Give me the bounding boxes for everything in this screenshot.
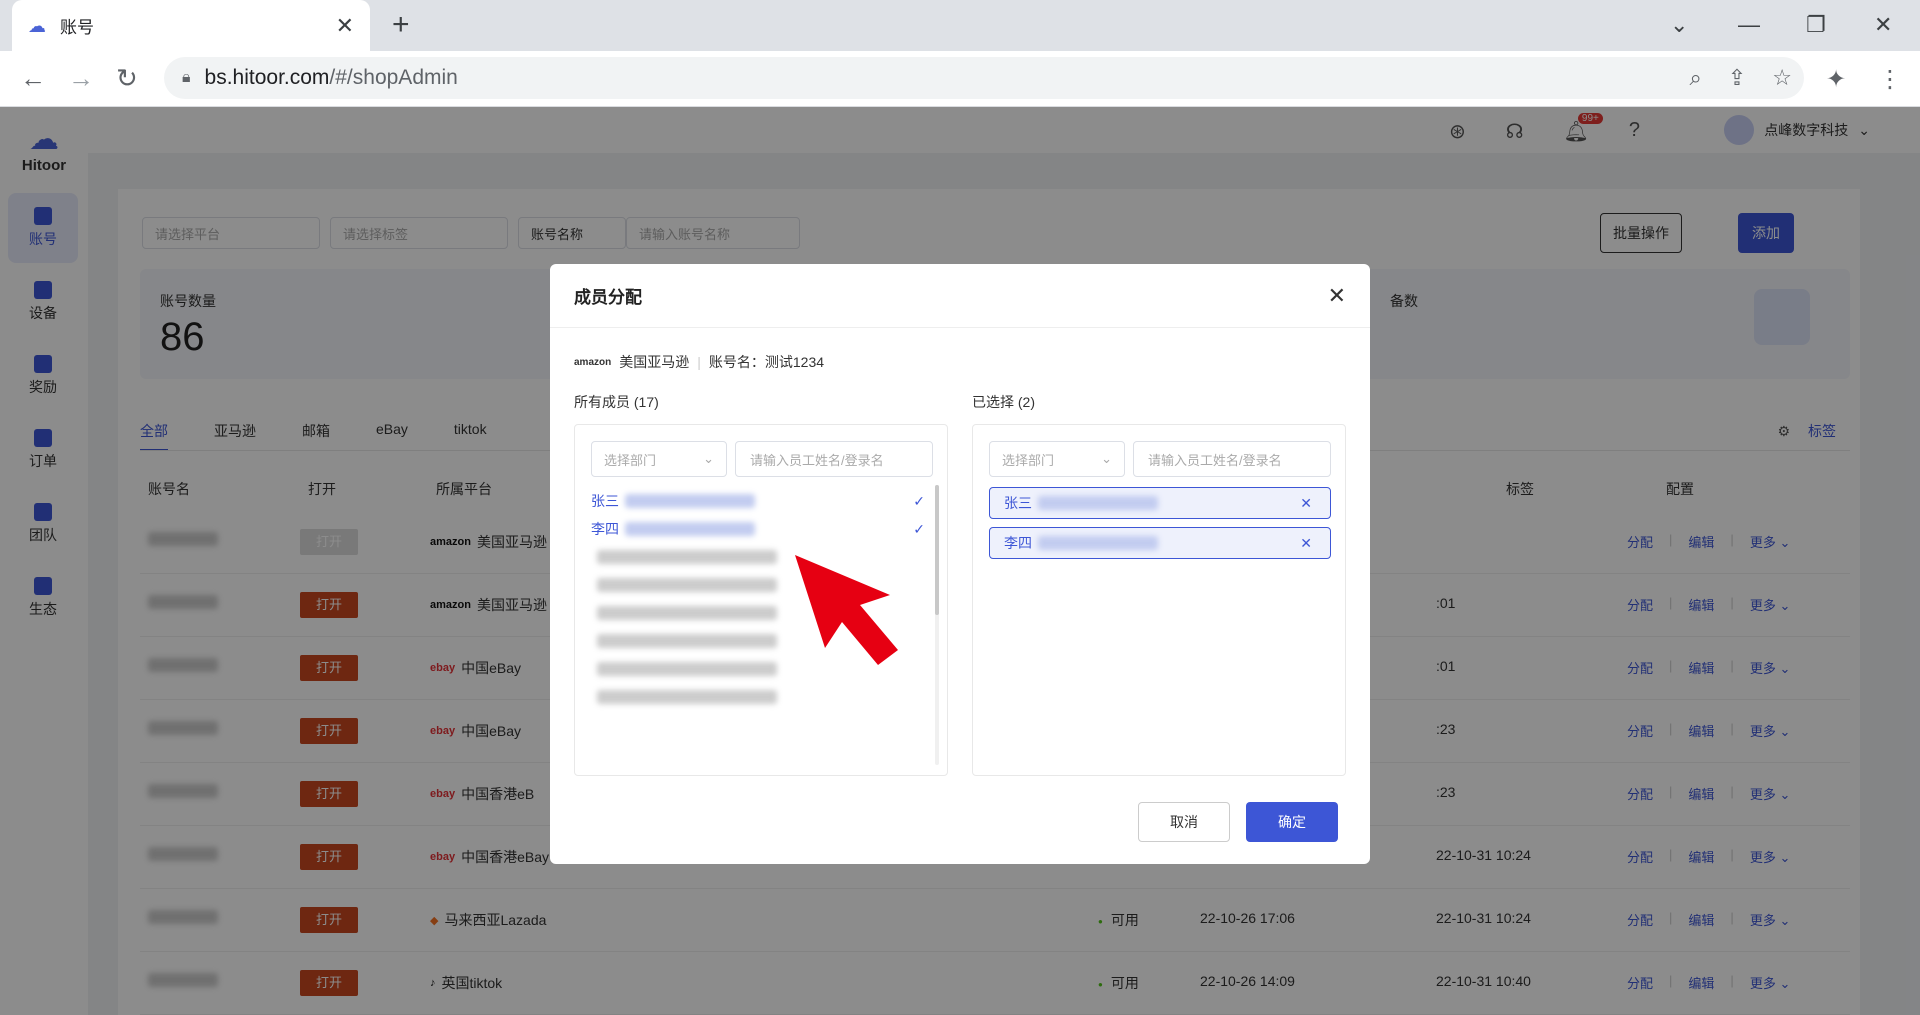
account-name: 账号名：测试1234 <box>708 354 825 370</box>
selected-member-name: 张三 <box>1004 495 1032 511</box>
blurred-detail <box>597 606 777 620</box>
selected-panel: 选择部门 ⌄ 请输入员工姓名/登录名 张三 ✕ 李四 ✕ <box>972 424 1346 776</box>
browser-tabbar: ☁ 账号 ✕ + ⌄ — ❐ ✕ <box>0 0 1920 51</box>
check-icon: ✓ <box>913 492 925 509</box>
member-item[interactable]: 张三 ✓ <box>591 487 925 515</box>
remove-icon[interactable]: ✕ <box>1300 535 1312 552</box>
cancel-button[interactable]: 取消 <box>1138 802 1230 842</box>
hitoor-favicon-icon: ☁ <box>28 15 46 36</box>
separator: | <box>697 354 701 370</box>
chevron-down-icon: ⌄ <box>703 451 714 466</box>
account-info: amazon 美国亚马逊 | 账号名：测试1234 <box>574 352 824 372</box>
share-icon[interactable]: ⇪ <box>1728 65 1746 91</box>
blurred-detail <box>625 522 755 536</box>
amazon-logo-icon: amazon <box>574 356 612 368</box>
reload-icon[interactable]: ↻ <box>116 63 138 94</box>
red-arrow-icon <box>795 555 898 665</box>
address-toolbar: ← → ↻ 🔒︎ bs.hitoor.com/#/shopAdmin ⌕ ⇪ ☆… <box>0 51 1920 107</box>
remove-icon[interactable]: ✕ <box>1300 495 1312 512</box>
all-members-title: 所有成员 (17) <box>574 394 659 410</box>
member-name: 张三 <box>591 493 619 509</box>
tab-title: 账号 <box>60 18 94 37</box>
forward-icon[interactable]: → <box>68 63 94 94</box>
minimize-icon[interactable]: — <box>1738 12 1760 38</box>
blurred-detail <box>597 634 777 648</box>
zoom-icon[interactable]: ⌕ <box>1690 65 1702 91</box>
member-name: 李四 <box>591 521 619 537</box>
back-icon[interactable]: ← <box>20 63 46 94</box>
blurred-detail <box>597 690 777 704</box>
dialog-close-icon[interactable]: ✕ <box>1328 283 1346 309</box>
member-item[interactable]: 李四 ✓ <box>591 515 925 543</box>
scrollbar[interactable] <box>935 485 939 765</box>
confirm-button[interactable]: 确定 <box>1246 802 1338 842</box>
chevron-down-icon: ⌄ <box>1101 451 1112 466</box>
member-search-right[interactable]: 请输入员工姓名/登录名 <box>1133 441 1331 477</box>
dept-select-right[interactable]: 选择部门 ⌄ <box>989 441 1125 477</box>
tab-search-icon[interactable]: ⌄ <box>1670 12 1688 38</box>
restore-icon[interactable]: ❐ <box>1806 12 1826 38</box>
dept-placeholder: 选择部门 <box>604 452 657 468</box>
member-search-left[interactable]: 请输入员工姓名/登录名 <box>735 441 933 477</box>
blurred-detail <box>597 550 777 564</box>
url-host: bs.hitoor.com <box>204 66 330 89</box>
blurred-detail <box>1038 496 1158 510</box>
tab-close-icon[interactable]: ✕ <box>336 13 354 39</box>
url-bar[interactable]: 🔒︎ bs.hitoor.com/#/shopAdmin ⌕ ⇪ ☆ <box>164 57 1804 99</box>
member-search-placeholder: 请输入员工姓名/登录名 <box>1148 452 1282 468</box>
extensions-icon[interactable]: ✦ <box>1826 65 1846 94</box>
blurred-detail <box>625 494 755 508</box>
selected-member-name: 李四 <box>1004 535 1032 551</box>
member-item[interactable] <box>591 683 925 711</box>
bookmark-star-icon[interactable]: ☆ <box>1772 65 1792 91</box>
window-close-icon[interactable]: ✕ <box>1874 12 1892 38</box>
selected-member[interactable]: 李四 ✕ <box>989 527 1331 559</box>
member-search-placeholder: 请输入员工姓名/登录名 <box>750 452 884 468</box>
browser-menu-icon[interactable]: ⋮ <box>1878 65 1902 94</box>
selected-member[interactable]: 张三 ✕ <box>989 487 1331 519</box>
platform-name: 美国亚马逊 <box>619 354 690 370</box>
url-path: /#/shopAdmin <box>329 66 458 89</box>
dept-select-left[interactable]: 选择部门 ⌄ <box>591 441 727 477</box>
dialog-title: 成员分配 <box>574 288 642 307</box>
new-tab-icon[interactable]: + <box>392 10 410 40</box>
selected-title: 已选择 (2) <box>972 394 1035 410</box>
blurred-detail <box>1038 536 1158 550</box>
dept-placeholder: 选择部门 <box>1002 452 1055 468</box>
lock-icon: 🔒︎ <box>182 69 191 86</box>
browser-tab[interactable]: ☁ 账号 ✕ <box>12 0 370 51</box>
member-assign-dialog: 成员分配 ✕ amazon 美国亚马逊 | 账号名：测试1234 所有成员 (1… <box>550 264 1370 864</box>
blurred-detail <box>597 578 777 592</box>
blurred-detail <box>597 662 777 676</box>
check-icon: ✓ <box>913 520 925 537</box>
